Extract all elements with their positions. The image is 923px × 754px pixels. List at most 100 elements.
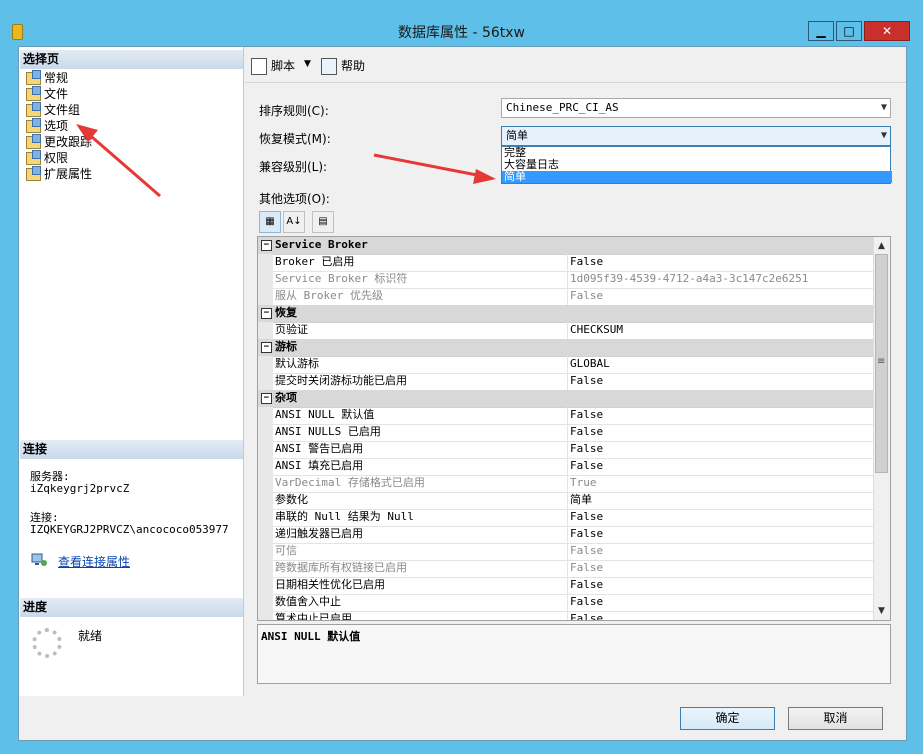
- property-name: 数值舍入中止: [275, 594, 568, 611]
- property-value[interactable]: False: [570, 441, 603, 457]
- property-value[interactable]: False: [570, 560, 603, 576]
- chevron-down-icon: ▼: [880, 102, 887, 113]
- collapse-icon[interactable]: −: [261, 342, 272, 353]
- property-value[interactable]: False: [570, 458, 603, 474]
- recovery-option-full[interactable]: 完整: [502, 147, 892, 159]
- property-value[interactable]: False: [570, 577, 603, 593]
- grid-row[interactable]: ANSI 警告已启用 False: [258, 441, 874, 459]
- recovery-option-bulk-logged[interactable]: 大容量日志: [502, 159, 892, 171]
- property-value[interactable]: False: [570, 509, 603, 525]
- grid-row[interactable]: 跨数据库所有权链接已启用 False: [258, 560, 874, 578]
- grid-gutter: [258, 254, 273, 271]
- grid-row[interactable]: Service Broker 标识符 1d095f39-4539-4712-a4a…: [258, 271, 874, 289]
- property-value[interactable]: False: [570, 254, 603, 270]
- grid-gutter: [258, 526, 273, 543]
- property-value[interactable]: False: [570, 407, 603, 423]
- grid-gutter: −: [258, 339, 273, 356]
- grid-row[interactable]: 递归触发器已启用 False: [258, 526, 874, 544]
- script-dropdown-arrow-icon[interactable]: ▼: [304, 59, 311, 69]
- property-name: 日期相关性优化已启用: [275, 577, 568, 594]
- grid-row[interactable]: VarDecimal 存储格式已启用 True: [258, 475, 874, 493]
- grid-gutter: −: [258, 237, 273, 254]
- collapse-icon[interactable]: −: [261, 240, 272, 251]
- ok-button[interactable]: 确定: [680, 707, 775, 730]
- page-item-general[interactable]: 常规: [24, 70, 68, 86]
- grid-category[interactable]: − 杂项: [258, 390, 874, 408]
- page-item-change-tracking[interactable]: 更改跟踪: [24, 134, 92, 150]
- page-item-files[interactable]: 文件: [24, 86, 68, 102]
- property-value[interactable]: False: [570, 543, 603, 559]
- category-name: Service Broker: [275, 238, 368, 251]
- compatibility-level-label: 兼容级别(L):: [259, 160, 328, 174]
- property-value[interactable]: False: [570, 611, 603, 620]
- progress-spinner-icon: [32, 628, 62, 658]
- property-value[interactable]: CHECKSUM: [570, 322, 623, 338]
- collation-combo[interactable]: Chinese_PRC_CI_AS ▼: [501, 98, 891, 118]
- grid-row[interactable]: ANSI NULLS 已启用 False: [258, 424, 874, 442]
- property-value[interactable]: False: [570, 288, 603, 304]
- page-item-extended-properties[interactable]: 扩展属性: [24, 166, 92, 182]
- script-icon: [251, 58, 267, 75]
- page-icon: [26, 166, 41, 181]
- grid-row[interactable]: 参数化 简单: [258, 492, 874, 510]
- property-name: ANSI 填充已启用: [275, 458, 568, 475]
- property-value[interactable]: True: [570, 475, 597, 491]
- grid-gutter: −: [258, 390, 273, 407]
- alphabetical-sort-icon[interactable]: A↓: [283, 211, 305, 233]
- help-button[interactable]: 帮助: [321, 57, 365, 75]
- page-icon: [26, 150, 41, 165]
- property-name: 可信: [275, 543, 568, 560]
- grid-category[interactable]: − 恢复: [258, 305, 874, 323]
- grid-row[interactable]: 页验证 CHECKSUM: [258, 322, 874, 340]
- maximize-button[interactable]: □: [836, 21, 862, 41]
- grid-row[interactable]: 默认游标 GLOBAL: [258, 356, 874, 374]
- page-item-options[interactable]: 选项: [24, 118, 68, 134]
- page-item-filegroups[interactable]: 文件组: [24, 102, 80, 118]
- property-value[interactable]: False: [570, 526, 603, 542]
- grid-row[interactable]: 提交时关闭游标功能已启用 False: [258, 373, 874, 391]
- grid-row[interactable]: ANSI 填充已启用 False: [258, 458, 874, 476]
- property-name: ANSI NULLS 已启用: [275, 424, 568, 441]
- grid-category[interactable]: − 游标: [258, 339, 874, 357]
- grid-row[interactable]: 串联的 Null 结果为 Null False: [258, 509, 874, 527]
- property-value[interactable]: GLOBAL: [570, 356, 610, 372]
- scroll-grip-icon: ≡: [877, 356, 886, 367]
- grid-gutter: [258, 560, 273, 577]
- grid-row[interactable]: Broker 已启用 False: [258, 254, 874, 272]
- grid-row[interactable]: 算术中止已启用 False: [258, 611, 874, 620]
- scroll-up-icon[interactable]: ▲: [874, 238, 889, 254]
- page-item-permissions[interactable]: 权限: [24, 150, 68, 166]
- view-connection-properties-link[interactable]: 查看连接属性: [58, 553, 130, 570]
- scroll-down-icon[interactable]: ▼: [874, 603, 889, 619]
- recovery-model-label: 恢复模式(M):: [259, 132, 331, 146]
- window-title: 数据库属性 - 56txw: [398, 25, 525, 41]
- grid-row[interactable]: 服从 Broker 优先级 False: [258, 288, 874, 306]
- grid-category[interactable]: − Service Broker: [258, 237, 874, 255]
- grid-row[interactable]: 可信 False: [258, 543, 874, 561]
- property-value[interactable]: False: [570, 424, 603, 440]
- grid-gutter: −: [258, 305, 273, 322]
- collapse-icon[interactable]: −: [261, 308, 272, 319]
- connection-properties-icon: [31, 553, 47, 566]
- property-name: 串联的 Null 结果为 Null: [275, 509, 568, 526]
- property-pages-icon[interactable]: ▤: [312, 211, 334, 233]
- recovery-option-simple[interactable]: 简单: [502, 171, 892, 183]
- categorized-view-icon[interactable]: ▦: [259, 211, 281, 233]
- grid-gutter: [258, 475, 273, 492]
- progress-header: 进度: [20, 598, 243, 617]
- grid-row[interactable]: ANSI NULL 默认值 False: [258, 407, 874, 425]
- grid-row[interactable]: 数值舍入中止 False: [258, 594, 874, 612]
- minimize-button[interactable]: ▁: [808, 21, 834, 41]
- cancel-button[interactable]: 取消: [788, 707, 883, 730]
- script-button[interactable]: 脚本: [251, 57, 295, 75]
- close-button[interactable]: ✕: [864, 21, 910, 41]
- property-value[interactable]: False: [570, 594, 603, 610]
- grid-row[interactable]: 日期相关性优化已启用 False: [258, 577, 874, 595]
- property-grid[interactable]: − Service Broker Broker 已启用 False Service Br…: [257, 236, 891, 621]
- property-name: 跨数据库所有权链接已启用: [275, 560, 568, 577]
- recovery-model-combo[interactable]: 简单 ▼: [501, 126, 891, 146]
- collapse-icon[interactable]: −: [261, 393, 272, 404]
- property-value[interactable]: 1d095f39-4539-4712-a4a3-3c147c2e6251: [570, 271, 808, 287]
- property-value[interactable]: False: [570, 373, 603, 389]
- property-value[interactable]: 简单: [570, 492, 592, 508]
